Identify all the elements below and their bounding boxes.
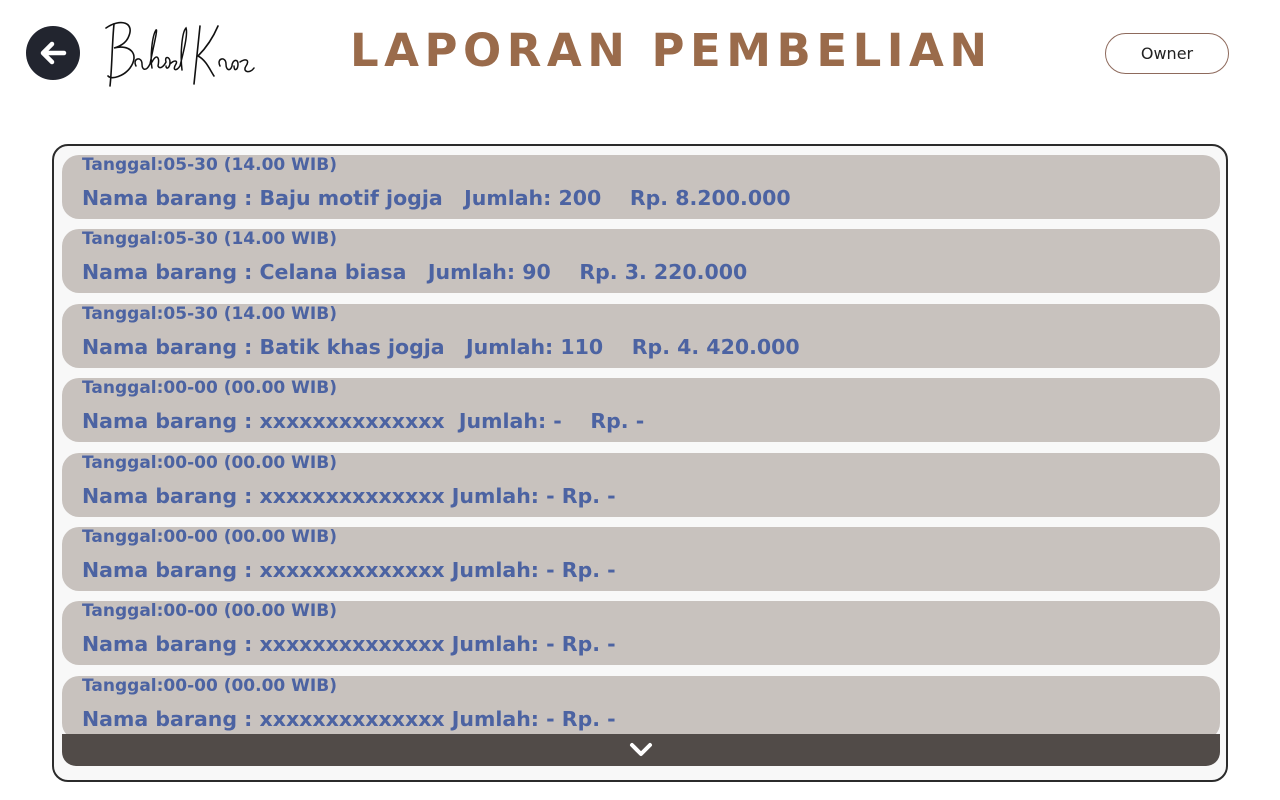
purchase-item[interactable]: Tanggal:05-30 (14.00 WIB) Nama barang : … [62,229,1220,293]
owner-button[interactable]: Owner [1105,33,1229,74]
purchase-item[interactable]: Tanggal:05-30 (14.00 WIB) Nama barang : … [62,304,1220,368]
purchase-details: Nama barang : Baju motif jogja Jumlah: 2… [82,186,791,210]
purchase-item[interactable]: Tanggal:05-30 (14.00 WIB) Nama barang : … [62,155,1220,219]
purchase-date: Tanggal:05-30 (14.00 WIB) [82,155,337,175]
purchase-details: Nama barang : xxxxxxxxxxxxxx Jumlah: - R… [82,409,645,433]
purchase-report-page: LAPORAN PEMBELIAN Owner Tanggal:05-30 (1… [0,0,1280,800]
purchase-item[interactable]: Tanggal:00-00 (00.00 WIB) Nama barang : … [62,378,1220,442]
purchase-date: Tanggal:00-00 (00.00 WIB) [82,453,337,473]
purchase-details: Nama barang : xxxxxxxxxxxxxx Jumlah: - R… [82,558,616,582]
purchase-item[interactable]: Tanggal:00-00 (00.00 WIB) Nama barang : … [62,527,1220,591]
chevron-down-icon [630,743,652,756]
purchase-item[interactable]: Tanggal:00-00 (00.00 WIB) Nama barang : … [62,453,1220,517]
purchase-details: Nama barang : Celana biasa Jumlah: 90 Rp… [82,260,748,284]
purchase-list-panel[interactable]: Tanggal:05-30 (14.00 WIB) Nama barang : … [52,144,1228,782]
page-title: LAPORAN PEMBELIAN [350,24,993,77]
purchase-item[interactable]: Tanggal:00-00 (00.00 WIB) Nama barang : … [62,676,1220,740]
purchase-details: Nama barang : xxxxxxxxxxxxxx Jumlah: - R… [82,707,616,731]
back-button[interactable] [26,26,80,80]
purchase-details: Nama barang : Batik khas jogja Jumlah: 1… [82,335,800,359]
purchase-item[interactable]: Tanggal:00-00 (00.00 WIB) Nama barang : … [62,601,1220,665]
purchase-date: Tanggal:00-00 (00.00 WIB) [82,601,337,621]
purchase-date: Tanggal:00-00 (00.00 WIB) [82,527,337,547]
purchase-details: Nama barang : xxxxxxxxxxxxxx Jumlah: - R… [82,632,616,656]
purchase-date: Tanggal:00-00 (00.00 WIB) [82,378,337,398]
arrow-left-icon [40,41,67,65]
purchase-date: Tanggal:05-30 (14.00 WIB) [82,304,337,324]
scroll-more-bar[interactable] [62,734,1220,766]
purchase-details: Nama barang : xxxxxxxxxxxxxx Jumlah: - R… [82,484,616,508]
purchase-date: Tanggal:00-00 (00.00 WIB) [82,676,337,696]
owner-button-label: Owner [1140,44,1194,63]
bakoelkaos-logo [105,21,255,87]
purchase-date: Tanggal:05-30 (14.00 WIB) [82,229,337,249]
